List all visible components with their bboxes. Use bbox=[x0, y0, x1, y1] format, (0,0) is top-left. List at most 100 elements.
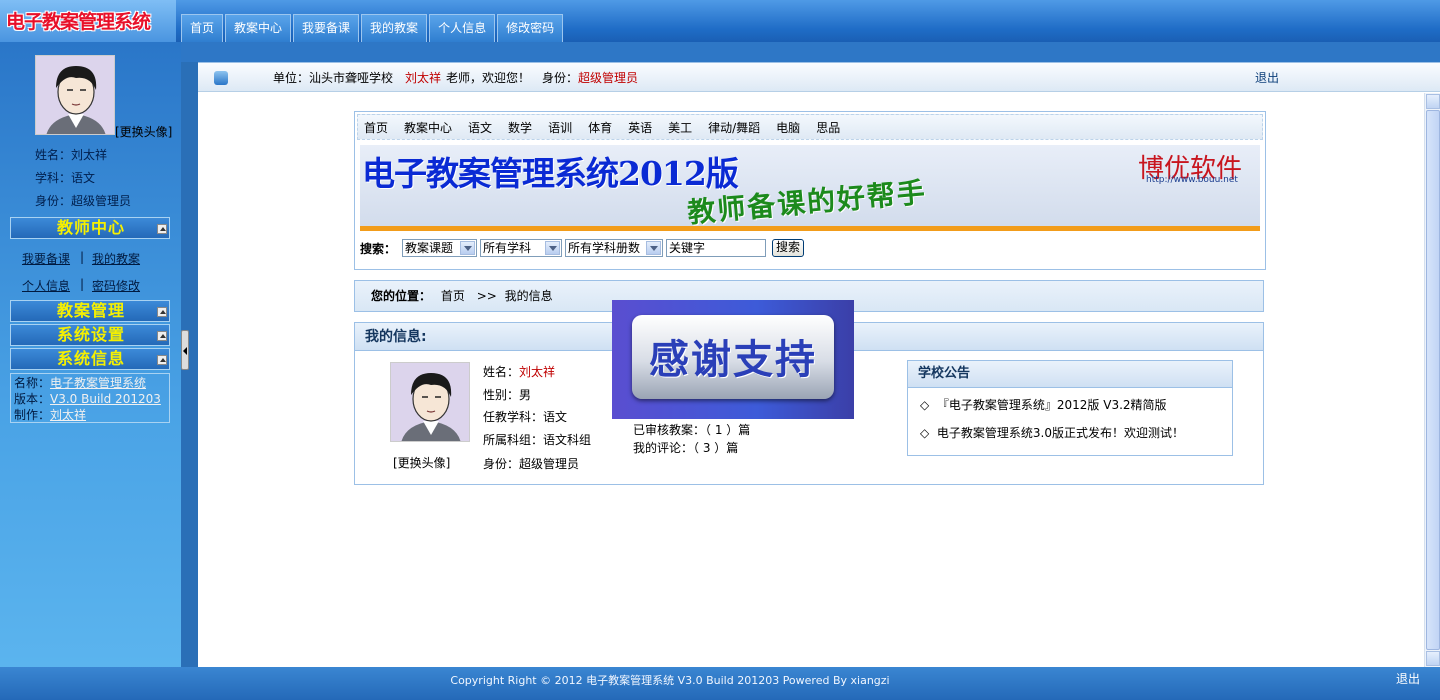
sysinfo-author-link[interactable]: 刘太祥 bbox=[50, 408, 86, 422]
link-my-plans[interactable]: 我的教案 bbox=[92, 250, 140, 267]
welcome-bar: 单位： 汕头市聋哑学校 刘太祥 老师，欢迎您！ 身份： 超级管理员 退出 bbox=[198, 62, 1440, 92]
popup-panel: 感谢支持 bbox=[632, 315, 834, 399]
footer: Copyright Right © 2012 电子教案管理系统 V3.0 Bui… bbox=[0, 667, 1440, 700]
info-gender: 性别：男 bbox=[483, 388, 532, 402]
link-password[interactable]: 密码修改 bbox=[92, 277, 140, 294]
cat-english[interactable]: 英语 bbox=[628, 119, 652, 136]
avatar-cartoon-image bbox=[36, 56, 114, 134]
scroll-up-icon[interactable] bbox=[1426, 94, 1440, 109]
info-name-label: 姓名： bbox=[483, 365, 520, 379]
collapse-icon[interactable] bbox=[157, 224, 167, 234]
chevron-down-icon bbox=[460, 241, 476, 255]
section-title: 系统信息 bbox=[56, 349, 125, 368]
cat-pe[interactable]: 体育 bbox=[588, 119, 612, 136]
info-name: 姓名：刘太祥 bbox=[483, 363, 555, 380]
select-value: 所有学科册数 bbox=[568, 241, 641, 255]
cat-home[interactable]: 首页 bbox=[364, 119, 388, 136]
section-system-settings[interactable]: 系统设置 bbox=[10, 324, 170, 346]
link-separator: | bbox=[80, 250, 85, 264]
info-reviewed-count: 已审核教案：（ 1 ）篇 bbox=[633, 423, 751, 437]
link-prepare[interactable]: 我要备课 bbox=[22, 250, 70, 267]
search-bar: 搜索： 教案课题 所有学科 所有学科册数 关键字 搜索 bbox=[360, 238, 805, 258]
welcome-greeting: 老师，欢迎您！ bbox=[446, 71, 531, 85]
search-volume-select[interactable]: 所有学科册数 bbox=[565, 239, 664, 257]
topnav-my-plans[interactable]: 我的教案 bbox=[361, 14, 428, 42]
sysinfo-name-label: 名称： bbox=[14, 376, 51, 390]
collapse-icon[interactable] bbox=[157, 307, 167, 317]
search-subject-select[interactable]: 所有学科 bbox=[480, 239, 563, 257]
topnav-home[interactable]: 首页 bbox=[181, 14, 224, 42]
scroll-thumb[interactable] bbox=[1426, 110, 1440, 650]
header-sub-bar bbox=[0, 42, 1440, 62]
search-type-select[interactable]: 教案课题 bbox=[402, 239, 478, 257]
cat-computer[interactable]: 电脑 bbox=[776, 119, 800, 136]
cat-art[interactable]: 美工 bbox=[668, 119, 692, 136]
sidebar-collapse-handle[interactable] bbox=[181, 330, 189, 370]
breadcrumb-home[interactable]: 首页 bbox=[441, 289, 465, 303]
user-subject: 学科：语文 bbox=[35, 171, 96, 185]
cat-lesson-center[interactable]: 教案中心 bbox=[404, 119, 452, 136]
sysinfo-author-label: 制作： bbox=[14, 408, 51, 422]
sysinfo-name-row: 名称：电子教案管理系统 bbox=[14, 375, 166, 391]
topnav-change-password[interactable]: 修改密码 bbox=[497, 14, 564, 42]
info-subject: 任教学科：语文 bbox=[483, 410, 568, 424]
logout-link[interactable]: 退出 bbox=[1255, 69, 1279, 86]
collapse-icon[interactable] bbox=[157, 355, 167, 365]
sysinfo-version-label: 版本： bbox=[14, 392, 51, 406]
welcome-user-name: 刘太祥 bbox=[405, 71, 442, 85]
section-title: 教师中心 bbox=[56, 218, 125, 237]
section-system-info[interactable]: 系统信息 bbox=[10, 348, 170, 370]
change-avatar-link[interactable]: [更换头像] bbox=[393, 454, 450, 471]
unit-value: 汕头市聋哑学校 bbox=[309, 71, 394, 85]
search-button[interactable]: 搜索 bbox=[772, 239, 805, 257]
school-notice-box: 学校公告 ◇ 『电子教案管理系统』2012版 V3.2精简版 ◇ 电子教案管理系… bbox=[907, 360, 1233, 456]
breadcrumb-current: 我的信息 bbox=[504, 289, 553, 303]
system-info-box: 名称：电子教案管理系统 版本：V3.0 Build 201203 制作：刘太祥 bbox=[10, 373, 170, 423]
notice-title: 学校公告 bbox=[908, 361, 1232, 388]
footer-logout-link[interactable]: 退出 bbox=[1396, 670, 1420, 687]
popup-text: 感谢支持 bbox=[649, 337, 817, 383]
cat-chinese[interactable]: 语文 bbox=[468, 119, 492, 136]
topnav-profile[interactable]: 个人信息 bbox=[429, 14, 496, 42]
select-value: 所有学科 bbox=[483, 241, 532, 255]
thanks-popup[interactable]: 感谢支持 bbox=[612, 300, 854, 419]
speaker-icon bbox=[214, 71, 228, 85]
brand-url: http://www.bouu.net bbox=[1146, 175, 1238, 185]
collapse-icon[interactable] bbox=[157, 331, 167, 341]
notice-item[interactable]: ◇ 『电子教案管理系统』2012版 V3.2精简版 bbox=[920, 396, 1167, 413]
banner-title: 电子教案管理系统2012版 bbox=[362, 154, 739, 193]
section-title: 系统设置 bbox=[56, 325, 125, 344]
sysinfo-name-link[interactable]: 电子教案管理系统 bbox=[50, 376, 146, 390]
cat-math[interactable]: 数学 bbox=[508, 119, 532, 136]
diamond-icon: ◇ bbox=[920, 398, 930, 412]
cat-ethics[interactable]: 思品 bbox=[816, 119, 840, 136]
role-label: 身份： bbox=[542, 71, 579, 85]
link-profile[interactable]: 个人信息 bbox=[22, 277, 70, 294]
cat-dance[interactable]: 律动/舞蹈 bbox=[708, 119, 760, 136]
sysinfo-version-row: 版本：V3.0 Build 201203 bbox=[14, 391, 166, 407]
topnav-lesson-center[interactable]: 教案中心 bbox=[225, 14, 292, 42]
section-lesson-management[interactable]: 教案管理 bbox=[10, 300, 170, 322]
select-value: 教案课题 bbox=[405, 241, 454, 255]
search-keyword-input[interactable]: 关键字 bbox=[666, 239, 767, 257]
notice-item[interactable]: ◇ 电子教案管理系统3.0版正式发布！欢迎测试！ bbox=[920, 424, 1184, 441]
top-navigation: 首页 教案中心 我要备课 我的教案 个人信息 修改密码 bbox=[181, 14, 565, 42]
change-avatar-link[interactable]: [更换头像] bbox=[115, 123, 172, 140]
search-label: 搜索： bbox=[360, 241, 397, 256]
topnav-prepare[interactable]: 我要备课 bbox=[293, 14, 360, 42]
unit-label: 单位： bbox=[273, 71, 310, 85]
user-name: 姓名：刘太祥 bbox=[35, 148, 108, 162]
info-role: 身份：超级管理员 bbox=[483, 457, 580, 471]
sysinfo-version-link[interactable]: V3.0 Build 201203 bbox=[50, 392, 161, 406]
sysinfo-author-row: 制作：刘太祥 bbox=[14, 407, 166, 423]
info-group: 所属科组：语文科组 bbox=[483, 433, 592, 447]
breadcrumb-separator: >> bbox=[476, 289, 497, 303]
vertical-scrollbar[interactable] bbox=[1424, 93, 1440, 667]
link-separator: | bbox=[80, 277, 85, 291]
section-teacher-center[interactable]: 教师中心 bbox=[10, 217, 170, 239]
scroll-down-icon[interactable] bbox=[1426, 651, 1440, 666]
top-header: 电子教案管理系统 首页 教案中心 我要备课 我的教案 个人信息 修改密码 bbox=[0, 0, 1440, 42]
cat-speech[interactable]: 语训 bbox=[548, 119, 572, 136]
user-role: 身份：超级管理员 bbox=[35, 194, 132, 208]
section-title: 教案管理 bbox=[56, 301, 125, 320]
